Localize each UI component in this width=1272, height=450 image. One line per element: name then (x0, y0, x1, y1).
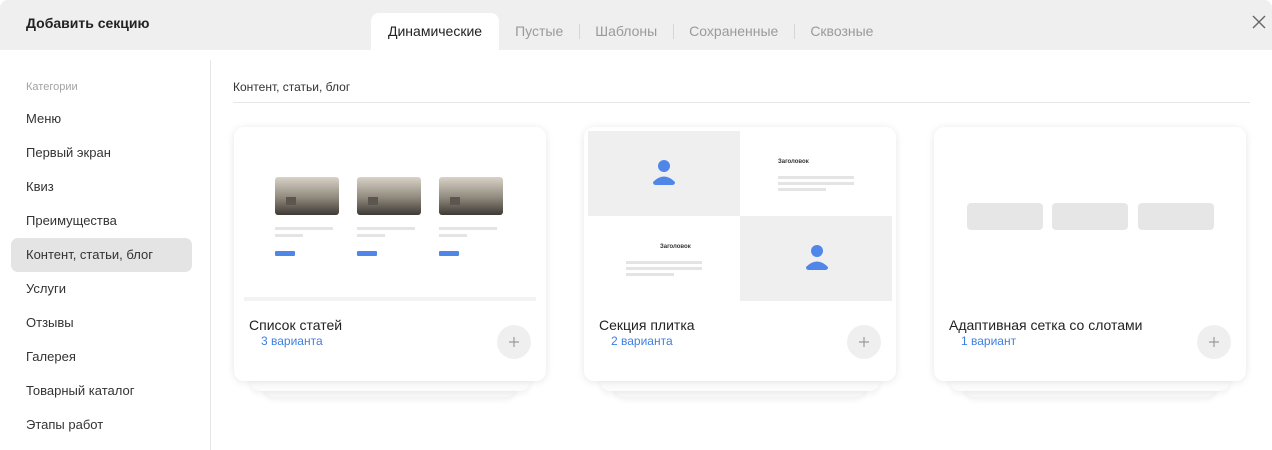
category-item-content[interactable]: Контент, статьи, блог (11, 238, 192, 272)
sidebar-divider (210, 60, 211, 450)
section-card[interactable]: Заголовок Заголовок Секция плитка 2 вари… (584, 127, 896, 381)
add-section-button[interactable] (497, 325, 531, 359)
add-section-modal: Добавить секцию Динамические Пустые Шабл… (0, 0, 1272, 450)
plus-icon (509, 337, 519, 347)
section-divider (233, 102, 1250, 103)
category-item-advantages[interactable]: Преимущества (11, 204, 192, 238)
card-title: Адаптивная сетка со слотами (949, 317, 1143, 333)
category-item-catalog[interactable]: Товарный каталог (11, 374, 192, 408)
card-variants-count[interactable]: 2 варианта (611, 334, 673, 348)
category-item-gallery[interactable]: Галерея (11, 340, 192, 374)
plus-icon (859, 337, 869, 347)
category-item-first-screen[interactable]: Первый экран (11, 136, 192, 170)
adaptive-grid-preview (967, 203, 1214, 230)
category-item-reviews[interactable]: Отзывы (11, 306, 192, 340)
card-variants-count[interactable]: 3 варианта (261, 334, 323, 348)
section-card-tiles: Заголовок Заголовок Секция плитка 2 вари… (584, 127, 896, 399)
card-title: Список статей (249, 317, 343, 333)
category-heading: Категории (26, 81, 78, 93)
tab-empty[interactable]: Пустые (499, 13, 579, 50)
modal-title: Добавить секцию (26, 15, 150, 31)
section-card-article-list: Список статей 3 варианта (234, 127, 546, 399)
add-section-button[interactable] (847, 325, 881, 359)
preview-heading: Заголовок (660, 244, 691, 250)
card-title: Секция плитка (599, 317, 695, 333)
modal-header: Добавить секцию Динамические Пустые Шабл… (0, 0, 1272, 50)
category-item-menu[interactable]: Меню (11, 102, 192, 136)
section-card[interactable]: Список статей 3 варианта (234, 127, 546, 381)
tab-templates[interactable]: Шаблоны (579, 13, 673, 50)
tiles-preview: Заголовок Заголовок (588, 131, 892, 301)
add-section-button[interactable] (1197, 325, 1231, 359)
section-type-tabs: Динамические Пустые Шаблоны Сохраненные … (371, 13, 889, 50)
section-title: Контент, статьи, блог (233, 80, 351, 94)
card-variants-count[interactable]: 1 вариант (961, 334, 1016, 348)
close-icon[interactable] (1250, 13, 1268, 31)
plus-icon (1209, 337, 1219, 347)
category-item-stages[interactable]: Этапы работ (11, 408, 192, 442)
tab-dynamic[interactable]: Динамические (371, 13, 500, 50)
category-item-services[interactable]: Услуги (11, 272, 192, 306)
preview-heading: Заголовок (778, 159, 809, 165)
section-card[interactable]: Адаптивная сетка со слотами 1 вариант (934, 127, 1246, 381)
tab-global[interactable]: Сквозные (794, 13, 889, 50)
category-list: Меню Первый экран Квиз Преимущества Конт… (11, 102, 192, 442)
category-sidebar: Категории Меню Первый экран Квиз Преимущ… (0, 50, 210, 450)
article-list-preview (244, 177, 536, 301)
section-card-adaptive-grid: Адаптивная сетка со слотами 1 вариант (934, 127, 1246, 399)
tab-saved[interactable]: Сохраненные (673, 13, 794, 50)
category-item-quiz[interactable]: Квиз (11, 170, 192, 204)
